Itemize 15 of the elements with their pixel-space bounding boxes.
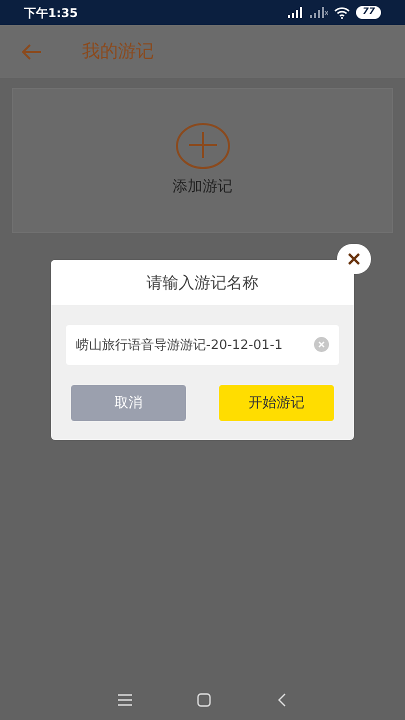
signal-icon — [310, 7, 328, 18]
signal-icon — [288, 7, 304, 18]
add-circle-icon — [176, 123, 230, 169]
add-label: 添加游记 — [172, 176, 232, 197]
battery-level: 77 — [356, 6, 381, 19]
home-icon[interactable] — [197, 693, 212, 707]
name-input-field[interactable]: 崂山旅行语音导游游记-20-12-01-1 — [66, 325, 339, 365]
wifi-icon — [334, 6, 350, 18]
start-button[interactable]: 开始游记 — [219, 385, 334, 421]
close-icon — [348, 253, 360, 265]
status-time: 下午1:35 — [24, 4, 78, 22]
dialog-title: 请输入游记名称 — [146, 272, 258, 294]
back-icon[interactable] — [277, 693, 288, 707]
menu-icon[interactable] — [118, 694, 132, 706]
page-title: 我的游记 — [82, 40, 154, 64]
